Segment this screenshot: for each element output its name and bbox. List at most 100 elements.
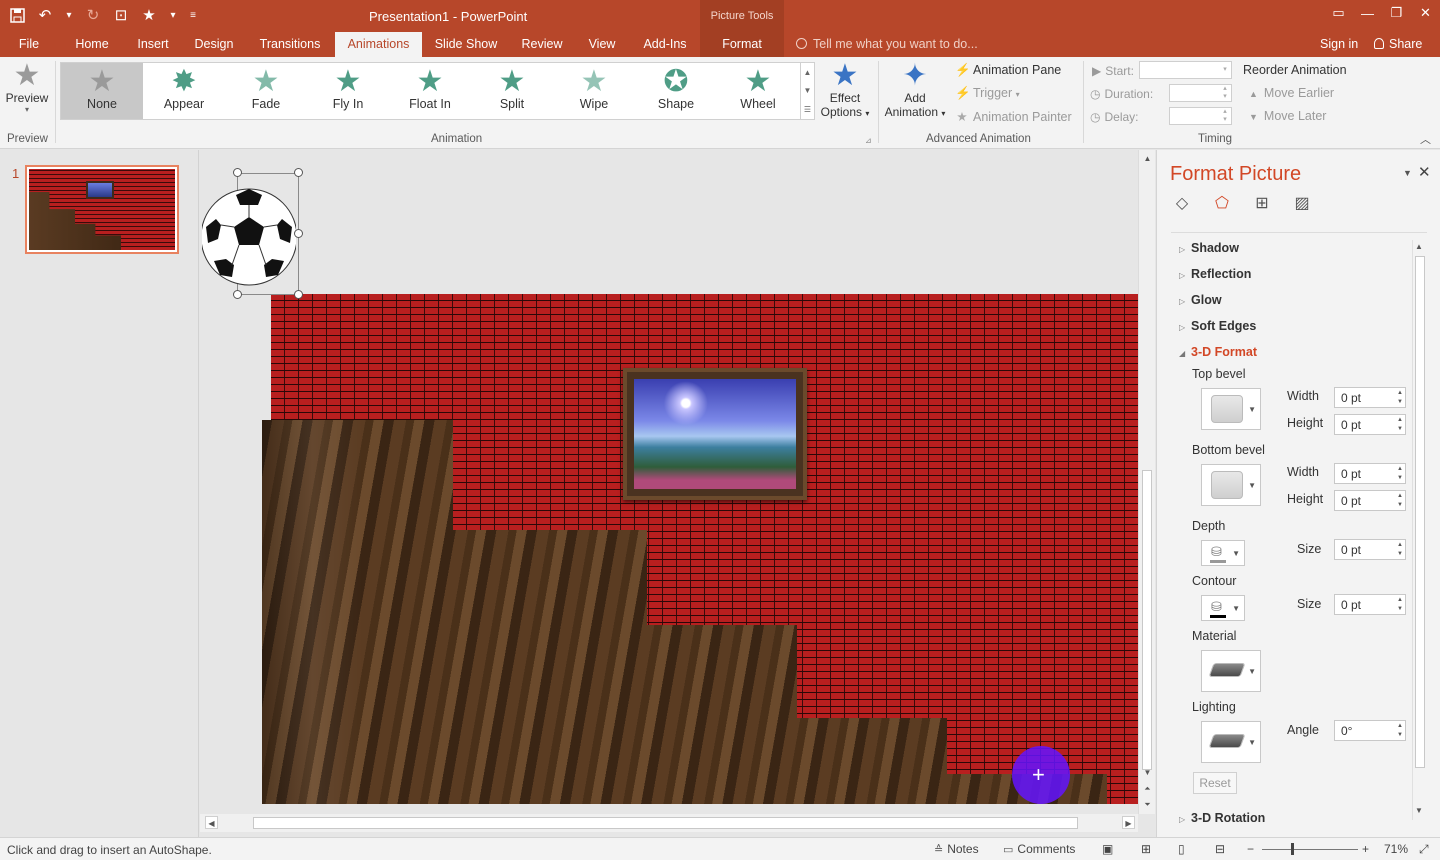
tab-animations[interactable]: Animations xyxy=(335,32,422,57)
bottom-bevel-picker[interactable]: ▼ xyxy=(1201,464,1261,506)
tab-file[interactable]: File xyxy=(10,32,48,57)
section-soft-edges[interactable]: ▷ Soft Edges xyxy=(1179,319,1256,333)
normal-view-icon[interactable]: ▣ xyxy=(1102,842,1113,856)
tab-slide-show[interactable]: Slide Show xyxy=(430,32,502,57)
preview-button[interactable]: ★ Preview ▾ xyxy=(4,61,50,115)
animation-pane-button[interactable]: ⚡ Animation Pane xyxy=(955,63,1061,78)
angle-input[interactable]: 0° ▲ ▼ xyxy=(1334,720,1406,741)
gallery-down-icon[interactable]: ▼ xyxy=(804,86,812,95)
pane-scroll-down-icon[interactable]: ▼ xyxy=(1415,806,1425,815)
slide-sorter-icon[interactable]: ⊞ xyxy=(1141,842,1151,856)
resize-handle[interactable] xyxy=(294,290,303,299)
redo-icon[interactable]: ↻ xyxy=(80,2,106,28)
tab-review[interactable]: Review xyxy=(515,32,569,57)
gallery-item-wheel[interactable]: ★ Wheel xyxy=(717,63,799,119)
tab-view[interactable]: View xyxy=(582,32,622,57)
delay-input[interactable]: ▴ ▾ xyxy=(1169,107,1232,125)
reset-button[interactable]: Reset xyxy=(1193,772,1237,794)
add-animation-button[interactable]: ✦ Add Animation ▾ xyxy=(882,61,948,120)
effect-options-button[interactable]: ★ Effect Options ▾ xyxy=(818,61,872,120)
gallery-item-fade[interactable]: ★ Fade xyxy=(225,63,307,119)
trigger-button[interactable]: ⚡ Trigger ▾ xyxy=(955,86,1020,101)
pane-close-icon[interactable]: ✕ xyxy=(1418,163,1431,181)
zoom-level[interactable]: 71% xyxy=(1384,842,1408,856)
collapse-ribbon-icon[interactable]: ︿ xyxy=(1420,131,1431,147)
gallery-item-fly-in[interactable]: ★ Fly In xyxy=(307,63,389,119)
size-properties-icon[interactable]: ⊞ xyxy=(1251,192,1273,214)
tab-format[interactable]: Format xyxy=(700,32,784,57)
notes-button[interactable]: ≙ Notes xyxy=(934,842,979,856)
star-dropdown-icon[interactable]: ▾ xyxy=(164,2,182,28)
framed-landscape-picture[interactable] xyxy=(623,368,807,500)
move-earlier-button[interactable]: ▲ Move Earlier xyxy=(1249,86,1334,100)
resize-handle[interactable] xyxy=(294,229,303,238)
scroll-down-icon[interactable]: ▼ xyxy=(1141,766,1154,779)
gallery-item-float-in[interactable]: ★ Float In xyxy=(389,63,471,119)
undo-dropdown-icon[interactable]: ▾ xyxy=(60,2,78,28)
top-height-input[interactable]: 0 pt ▲ ▼ xyxy=(1334,414,1406,435)
pane-scroll-thumb[interactable] xyxy=(1415,256,1425,768)
undo-icon[interactable]: ↶ xyxy=(32,2,58,28)
sign-in-link[interactable]: Sign in xyxy=(1320,32,1358,57)
slide-thumbnail[interactable] xyxy=(25,165,179,254)
tab-insert[interactable]: Insert xyxy=(131,32,175,57)
tell-me-search[interactable]: Tell me what you want to do... xyxy=(796,32,978,57)
scroll-up-icon[interactable]: ▲ xyxy=(1141,152,1154,165)
section-shadow[interactable]: ▷ Shadow xyxy=(1179,241,1239,255)
fill-line-icon[interactable]: ◇ xyxy=(1171,192,1193,214)
section-3d-rotation[interactable]: ▷ 3-D Rotation xyxy=(1179,811,1265,825)
depth-size-input[interactable]: 0 pt ▲ ▼ xyxy=(1334,539,1406,560)
resize-handle[interactable] xyxy=(294,168,303,177)
pane-scroll-up-icon[interactable]: ▲ xyxy=(1415,242,1425,251)
customize-qat-icon[interactable]: ≡ xyxy=(184,2,202,28)
horizontal-scrollbar[interactable]: ◀ ▶ xyxy=(200,814,1138,832)
zoom-slider-knob[interactable] xyxy=(1291,843,1294,855)
top-width-input[interactable]: 0 pt ▲ ▼ xyxy=(1334,387,1406,408)
resize-handle[interactable] xyxy=(233,168,242,177)
tab-add-ins[interactable]: Add-Ins xyxy=(636,32,694,57)
animation-painter-button[interactable]: ★ Animation Painter xyxy=(955,109,1071,124)
effects-icon[interactable]: ⬠ xyxy=(1211,192,1233,214)
gallery-item-split[interactable]: ★ Split xyxy=(471,63,553,119)
present-from-start-icon[interactable]: ⊡ xyxy=(108,2,134,28)
top-bevel-picker[interactable]: ▼ xyxy=(1201,388,1261,430)
horizontal-scroll-thumb[interactable] xyxy=(253,817,1078,829)
tab-transitions[interactable]: Transitions xyxy=(253,32,327,57)
star-icon[interactable]: ★ xyxy=(136,2,162,28)
depth-color-button[interactable]: ⛁ ▼ xyxy=(1201,540,1245,566)
gallery-item-appear[interactable]: ✸ Appear xyxy=(143,63,225,119)
slide-show-view-icon[interactable]: ⊟ xyxy=(1215,842,1225,856)
share-button[interactable]: Share xyxy=(1366,32,1440,57)
material-picker[interactable]: ▼ xyxy=(1201,650,1261,692)
vertical-scroll-thumb[interactable] xyxy=(1142,470,1152,770)
section-glow[interactable]: ▷ Glow xyxy=(1179,293,1222,307)
slide-editing-area[interactable]: + xyxy=(200,150,1138,814)
tab-home[interactable]: Home xyxy=(68,32,116,57)
gallery-item-shape[interactable]: ✪ Shape xyxy=(635,63,717,119)
next-slide-icon[interactable]: ⏷ xyxy=(1141,798,1154,811)
reading-view-icon[interactable]: ▯ xyxy=(1178,842,1185,856)
comments-button[interactable]: ▭ Comments xyxy=(1003,842,1075,856)
gallery-item-none[interactable]: ★ None xyxy=(61,63,143,119)
bottom-height-input[interactable]: 0 pt ▲ ▼ xyxy=(1334,490,1406,511)
move-later-button[interactable]: ▼ Move Later xyxy=(1249,109,1326,123)
gallery-up-icon[interactable]: ▲ xyxy=(804,68,812,77)
contour-color-button[interactable]: ⛁ ▼ xyxy=(1201,595,1245,621)
previous-slide-icon[interactable]: ⏶ xyxy=(1141,782,1154,795)
zoom-out-button[interactable]: − xyxy=(1247,842,1254,856)
bottom-width-input[interactable]: 0 pt ▲ ▼ xyxy=(1334,463,1406,484)
zoom-in-button[interactable]: + xyxy=(1362,842,1369,856)
section-3d-format[interactable]: ◢ 3-D Format xyxy=(1179,345,1257,359)
save-icon[interactable] xyxy=(4,2,30,28)
tab-design[interactable]: Design xyxy=(188,32,240,57)
gallery-more-icon[interactable]: ☰ xyxy=(804,105,811,114)
animation-dialog-launcher-icon[interactable]: ⊿ xyxy=(865,136,872,145)
scroll-left-icon[interactable]: ◀ xyxy=(205,816,218,829)
fit-to-window-icon[interactable]: ⤢ xyxy=(1419,842,1429,857)
minimize-icon[interactable]: — xyxy=(1353,0,1382,26)
start-select[interactable]: ▾ xyxy=(1139,61,1232,79)
pane-options-icon[interactable]: ▼ xyxy=(1403,168,1412,178)
close-icon[interactable]: ✕ xyxy=(1411,0,1440,26)
vertical-scrollbar[interactable]: ▲ ▼ ⏶ ⏷ xyxy=(1138,150,1155,814)
pane-scrollbar[interactable]: ▲ ▼ xyxy=(1412,240,1426,820)
